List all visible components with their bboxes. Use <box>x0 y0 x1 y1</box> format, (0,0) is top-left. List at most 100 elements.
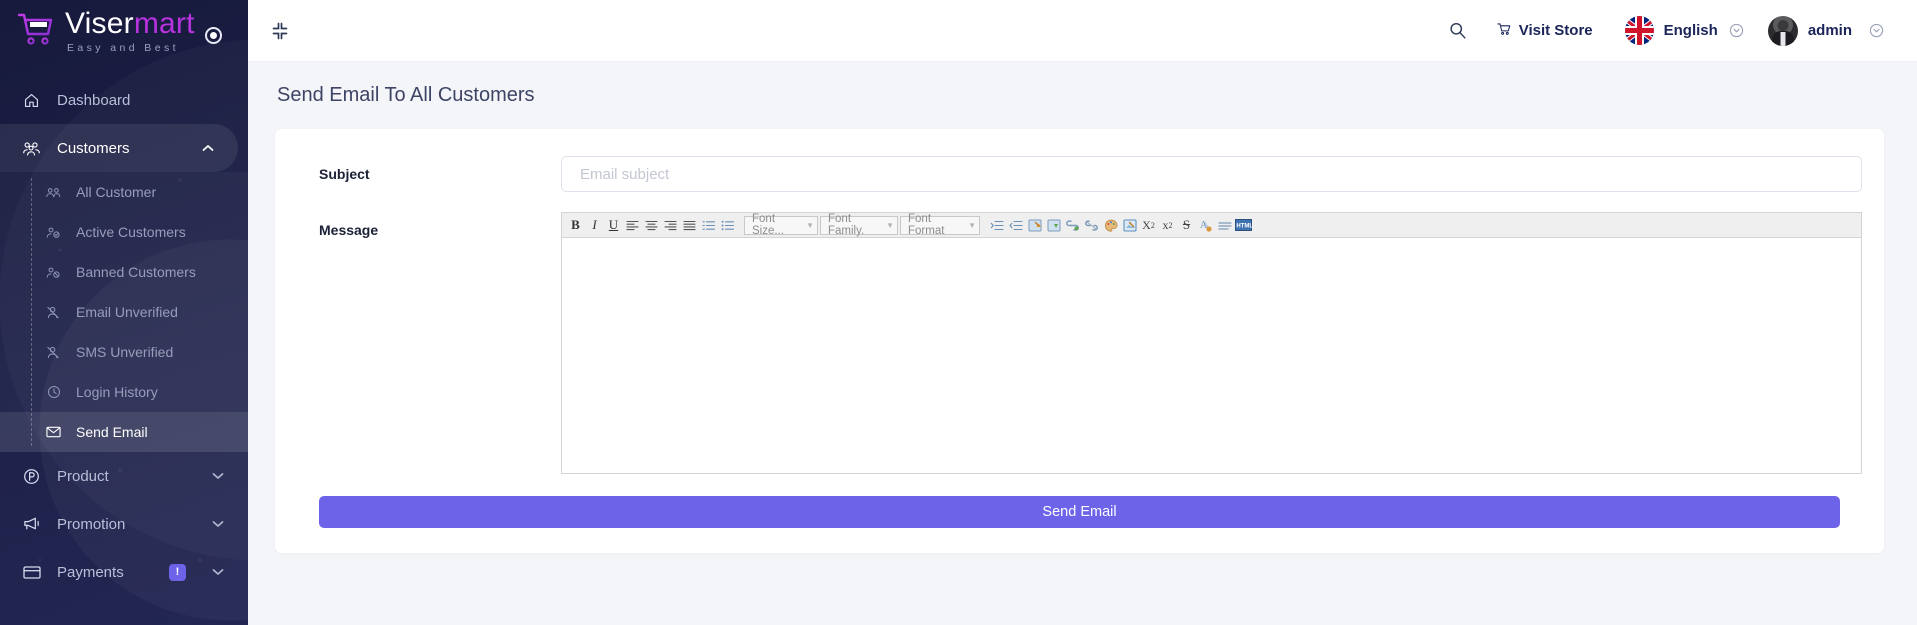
underline-icon[interactable]: U <box>604 216 623 235</box>
users-group-icon <box>22 140 41 157</box>
chevron-down-icon: ▼ <box>968 220 976 230</box>
image-editor-icon[interactable] <box>1120 216 1139 235</box>
horizontal-rule-icon[interactable] <box>1215 216 1234 235</box>
main-area: Visit Store English admin Send Email To … <box>248 0 1917 625</box>
align-right-icon[interactable] <box>661 216 680 235</box>
user-check-icon <box>45 226 62 239</box>
visit-store-button[interactable]: Visit Store <box>1481 22 1609 40</box>
language-label: English <box>1663 22 1718 39</box>
sidebar-item-dashboard[interactable]: Dashboard <box>0 76 248 124</box>
font-size-select[interactable]: Font Size... ▼ <box>744 213 818 237</box>
outdent-icon[interactable] <box>1006 216 1025 235</box>
sidebar-subitem-active-customers[interactable]: Active Customers <box>0 212 248 252</box>
sidebar-subitem-label: All Customer <box>76 184 157 200</box>
user-block-icon <box>45 266 62 279</box>
editor-toolbar: B I U Font Size... ▼ Font Family. ▼ Font… <box>562 213 1861 238</box>
home-icon <box>22 92 41 109</box>
sidebar-subitem-email-unverified[interactable]: Email Unverified <box>0 292 248 332</box>
user-slash-icon <box>45 306 62 319</box>
sidebar-item-payments[interactable]: Payments ! <box>0 548 248 596</box>
send-email-card: Subject Message B I U <box>275 129 1884 553</box>
message-editor-body[interactable] <box>562 238 1861 473</box>
sidebar-item-product[interactable]: Product <box>0 452 248 500</box>
chevron-up-icon[interactable] <box>202 144 214 152</box>
svg-text:HTML: HTML <box>1236 223 1252 229</box>
user-menu[interactable]: admin <box>1752 15 1884 46</box>
sidebar-subitem-sms-unverified[interactable]: SMS Unverified <box>0 332 248 372</box>
insert-form-icon[interactable] <box>1044 216 1063 235</box>
customers-submenu: All Customer Active Customers Banned Cus… <box>0 172 248 452</box>
sidebar-subitem-label: Login History <box>76 384 158 400</box>
message-row: Message B I U Font Size... ▼ Font Family… <box>297 212 1862 474</box>
superscript-icon[interactable]: x2 <box>1158 216 1177 235</box>
users-icon <box>45 186 62 199</box>
italic-icon[interactable]: I <box>585 216 604 235</box>
html-source-icon[interactable]: HTML <box>1234 216 1253 235</box>
sidebar-subitem-label: Send Email <box>76 424 148 440</box>
sidebar-item-label: Promotion <box>57 515 126 533</box>
chevron-down-icon[interactable] <box>212 520 224 528</box>
font-family-select[interactable]: Font Family. ▼ <box>820 213 898 237</box>
insert-image-icon[interactable] <box>1025 216 1044 235</box>
sidebar-subitem-all-customer[interactable]: All Customer <box>0 172 248 212</box>
strikethrough-icon[interactable]: S <box>1177 216 1196 235</box>
sidebar-item-label: Product <box>57 467 109 485</box>
message-label: Message <box>319 222 379 238</box>
compress-arrows-icon[interactable] <box>270 21 290 41</box>
visit-store-label: Visit Store <box>1518 22 1593 39</box>
chevron-down-icon[interactable] <box>212 568 224 576</box>
brand-header[interactable]: Visermart Easy and Best <box>0 0 248 62</box>
topbar: Visit Store English admin <box>248 0 1917 62</box>
font-format-select[interactable]: Font Format ▼ <box>900 213 980 237</box>
subject-input[interactable] <box>561 156 1862 192</box>
chevron-down-circle-icon[interactable] <box>1869 23 1884 38</box>
send-email-button[interactable]: Send Email <box>319 496 1840 528</box>
ordered-list-icon[interactable] <box>699 216 718 235</box>
avatar <box>1767 15 1798 46</box>
sidebar-subitem-label: Banned Customers <box>76 264 196 280</box>
font-format-label: Font Format <box>908 213 945 237</box>
record-dot-icon[interactable] <box>205 27 222 45</box>
user-slash-icon <box>45 346 62 359</box>
language-selector[interactable]: English <box>1609 16 1752 45</box>
user-label: admin <box>1807 22 1852 39</box>
submit-row: Send Email <box>297 496 1862 528</box>
sidebar-subitem-send-email[interactable]: Send Email <box>0 412 248 452</box>
credit-card-icon <box>22 565 41 580</box>
app-root: Visermart Easy and Best Dashboard Custom… <box>0 0 1917 625</box>
sidebar-item-customers[interactable]: Customers <box>0 124 238 172</box>
indent-icon[interactable] <box>987 216 1006 235</box>
align-justify-icon[interactable] <box>680 216 699 235</box>
chevron-down-icon[interactable] <box>212 472 224 480</box>
color-palette-icon[interactable] <box>1101 216 1120 235</box>
search-icon[interactable] <box>1434 21 1481 40</box>
sidebar-item-promotion[interactable]: Promotion <box>0 500 248 548</box>
chevron-down-circle-icon[interactable] <box>1729 23 1744 38</box>
sidebar-item-label: Customers <box>57 139 130 157</box>
content-area: Send Email To All Customers Subject Mess… <box>248 62 1917 625</box>
font-size-label: Font Size... <box>752 213 784 237</box>
brand-name: Visermart <box>65 8 195 39</box>
font-color-icon[interactable]: A <box>1196 216 1215 235</box>
brand-tagline: Easy and Best <box>67 41 179 54</box>
unordered-list-icon[interactable] <box>718 216 737 235</box>
topbar-right: Visit Store English admin <box>1434 15 1884 46</box>
envelope-icon <box>45 426 62 438</box>
sidebar: Visermart Easy and Best Dashboard Custom… <box>0 0 248 625</box>
sidebar-subitem-banned-customers[interactable]: Banned Customers <box>0 252 248 292</box>
chevron-down-icon: ▼ <box>806 220 814 230</box>
sidebar-subitem-label: SMS Unverified <box>76 344 174 360</box>
align-left-icon[interactable] <box>623 216 642 235</box>
cart-icon <box>1497 22 1512 40</box>
insert-link-icon[interactable] <box>1063 216 1082 235</box>
align-center-icon[interactable] <box>642 216 661 235</box>
sidebar-subitem-label: Active Customers <box>76 224 186 240</box>
chevron-down-icon: ▼ <box>886 220 894 230</box>
sidebar-subitem-login-history[interactable]: Login History <box>0 372 248 412</box>
subscript-icon[interactable]: X2 <box>1139 216 1158 235</box>
bold-icon[interactable]: B <box>566 216 585 235</box>
rich-text-editor: B I U Font Size... ▼ Font Family. ▼ Font… <box>561 212 1862 474</box>
unlink-icon[interactable] <box>1082 216 1101 235</box>
subject-label: Subject <box>319 166 370 182</box>
font-family-label: Font Family. <box>828 213 865 237</box>
